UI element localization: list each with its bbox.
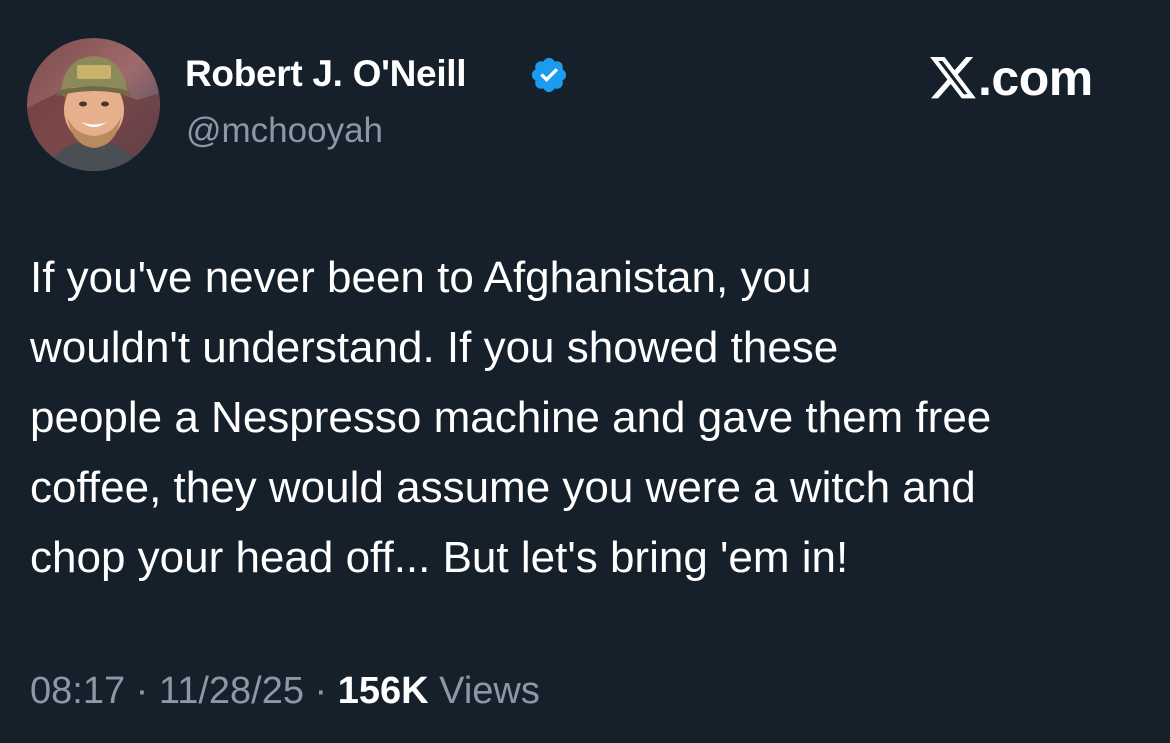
meta-separator: · xyxy=(135,670,149,712)
meta-separator: · xyxy=(314,670,328,712)
views-label: Views xyxy=(439,670,540,712)
avatar-image xyxy=(27,38,160,171)
x-logo-icon xyxy=(930,57,976,99)
verified-badge-icon xyxy=(531,57,567,93)
tweet-time[interactable]: 08:17 xyxy=(30,670,125,712)
tweet-text: If you've never been to Afghanistan, you… xyxy=(30,243,1150,593)
tweet-line: people a Nespresso machine and gave them… xyxy=(30,393,992,442)
brand-suffix: .com xyxy=(978,50,1093,106)
tweet-meta: 08:17 · 11/28/25 · 156K Views xyxy=(30,670,540,713)
author-handle[interactable]: @mchooyah xyxy=(186,111,383,151)
views-count[interactable]: 156K xyxy=(338,670,429,712)
tweet-line: coffee, they would assume you were a wit… xyxy=(30,463,976,512)
author-display-name[interactable]: Robert J. O'Neill xyxy=(185,53,467,95)
tweet-line: chop your head off... But let's bring 'e… xyxy=(30,533,849,582)
tweet-line: If you've never been to Afghanistan, you xyxy=(30,253,812,302)
profile-avatar[interactable] xyxy=(27,38,160,171)
brand-logo[interactable]: .com xyxy=(930,50,1093,106)
tweet-date[interactable]: 11/28/25 xyxy=(159,670,304,712)
tweet-line: wouldn't understand. If you showed these xyxy=(30,323,839,372)
